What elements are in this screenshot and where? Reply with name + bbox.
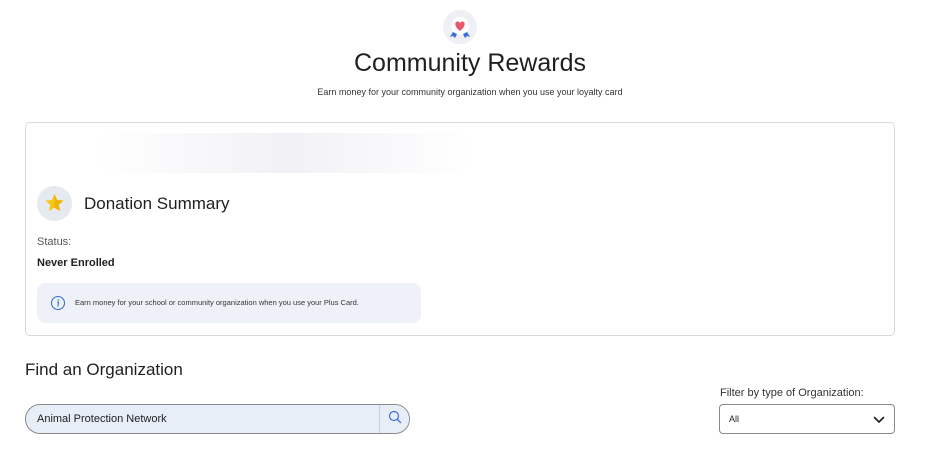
filter-selected-value: All <box>729 414 740 424</box>
donation-summary-title: Donation Summary <box>84 194 230 213</box>
info-text: Earn money for your school or community … <box>75 298 359 307</box>
page-title: Community Rewards <box>353 49 586 77</box>
chevron-down-icon <box>872 413 886 432</box>
blurred-placeholder <box>96 133 476 173</box>
search-button[interactable] <box>379 405 409 433</box>
filter-label: Filter by type of Organization: <box>720 387 864 399</box>
status-label: Status: <box>37 236 72 248</box>
search-icon <box>388 410 402 429</box>
status-value: Never Enrolled <box>37 257 115 269</box>
page-subtitle: Earn money for your community organizati… <box>317 87 623 97</box>
organization-search-input[interactable] <box>26 405 381 433</box>
organization-type-filter[interactable]: All <box>719 404 895 434</box>
donation-summary-card: Donation Summary Status: Never Enrolled … <box>25 122 895 336</box>
star-icon <box>37 186 72 221</box>
organization-search <box>25 404 410 434</box>
info-banner: Earn money for your school or community … <box>37 283 421 323</box>
find-organization-title: Find an Organization <box>25 360 183 379</box>
info-icon <box>50 295 66 316</box>
heart-ribbon-icon <box>443 10 477 44</box>
